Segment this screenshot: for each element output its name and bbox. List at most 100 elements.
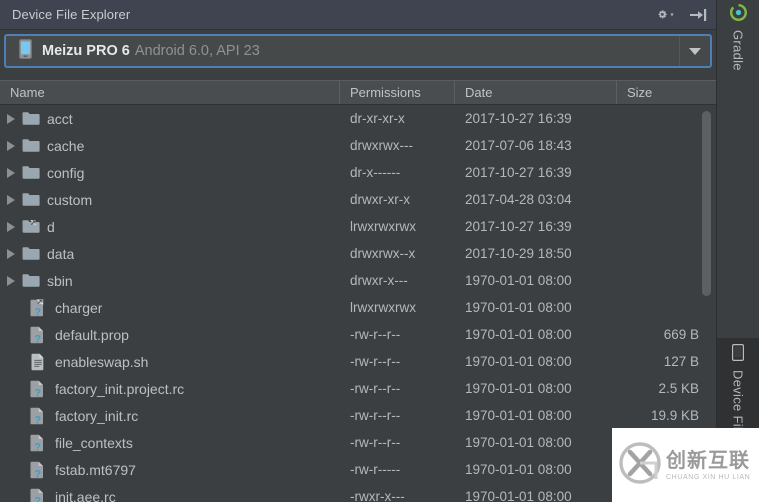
table-row[interactable]: acct dr-xr-xr-x 2017-10-27 16:39 xyxy=(0,105,716,132)
table-row[interactable]: data drwxrwx--x 2017-10-29 18:50 xyxy=(0,240,716,267)
device-file-explorer-window: Device File Explorer Meizu PRO 6 Android… xyxy=(0,0,759,502)
file-permissions-cell: -rw-r--r-- xyxy=(350,327,401,342)
table-row[interactable]: ? factory_init.rc -rw-r--r-- 1970-01-01 08:… xyxy=(0,402,716,429)
file-unknown-icon: ? xyxy=(30,488,49,502)
watermark-cn: 创新互联 xyxy=(666,447,750,472)
file-tree-list[interactable]: acct dr-xr-xr-x 2017-10-27 16:39 cache drwxr… xyxy=(0,105,716,502)
file-symlink-icon: ? xyxy=(30,298,49,317)
file-name-cell[interactable]: config xyxy=(0,164,340,182)
folder-icon xyxy=(22,137,41,155)
file-permissions-cell: -rw-r--r-- xyxy=(350,354,401,369)
folder-icon xyxy=(22,272,41,290)
expand-triangle-icon[interactable] xyxy=(0,221,22,232)
file-permissions-cell: dr-x------ xyxy=(350,165,401,180)
folder-symlink-icon xyxy=(22,218,41,236)
file-name-cell[interactable]: ? fstab.mt6797 xyxy=(0,461,340,479)
settings-gear-button[interactable] xyxy=(656,4,686,26)
file-permissions-cell: lrwxrwxrwx xyxy=(350,219,416,234)
chevron-down-icon[interactable] xyxy=(679,36,710,66)
expand-triangle-icon[interactable] xyxy=(0,113,22,124)
file-name-label: d xyxy=(47,218,55,235)
table-row[interactable]: custom drwxr-xr-x 2017-04-28 03:04 xyxy=(0,186,716,213)
file-date-cell: 2017-10-27 16:39 xyxy=(465,219,572,234)
file-date-cell: 2017-04-28 03:04 xyxy=(465,192,572,207)
watermark: 创新互联 CHUANG XIN HU LIAN xyxy=(612,428,759,502)
sidebar-item-gradle[interactable]: Gradle xyxy=(717,4,759,71)
tool-window-titlebar: Device File Explorer xyxy=(0,0,716,30)
file-name-cell[interactable]: ? factory_init.project.rc xyxy=(0,380,340,398)
file-list-scrollbar-thumb[interactable] xyxy=(702,111,711,296)
file-size-cell: 127 B xyxy=(663,354,699,369)
file-name-cell[interactable]: ? default.prop xyxy=(0,326,340,344)
file-name-label: factory_init.project.rc xyxy=(55,380,185,397)
file-name-cell[interactable]: enableswap.sh xyxy=(0,353,340,371)
expand-triangle-icon[interactable] xyxy=(0,140,22,151)
right-tool-sidebar: Gradle Device File xyxy=(716,0,759,502)
file-permissions-cell: dr-xr-xr-x xyxy=(350,111,405,126)
folder-icon xyxy=(22,245,41,263)
file-name-label: factory_init.rc xyxy=(55,407,139,424)
table-row[interactable]: d lrwxrwxrwx 2017-10-27 16:39 xyxy=(0,213,716,240)
column-header-date[interactable]: Date xyxy=(455,81,617,104)
file-name-cell[interactable]: cache xyxy=(0,137,340,155)
table-row[interactable]: ? file_contexts -rw-r--r-- 1970-01-01 08:00… xyxy=(0,429,716,456)
file-date-cell: 1970-01-01 08:00 xyxy=(465,408,572,423)
folder-icon xyxy=(22,164,41,182)
file-date-cell: 2017-10-27 16:39 xyxy=(465,165,572,180)
file-name-cell[interactable]: data xyxy=(0,245,340,263)
file-name-cell[interactable]: custom xyxy=(0,191,340,209)
file-date-cell: 1970-01-01 08:00 xyxy=(465,273,572,288)
device-name: Meizu PRO 6 xyxy=(42,43,130,59)
file-size-cell: 669 B xyxy=(663,327,699,342)
file-permissions-cell: -rw-r----- xyxy=(350,462,401,477)
column-header-permissions[interactable]: Permissions xyxy=(340,81,455,104)
expand-triangle-icon[interactable] xyxy=(0,167,22,178)
table-row[interactable]: ? charger lrwxrwxrwx 1970-01-01 08:00 xyxy=(0,294,716,321)
device-icon xyxy=(732,344,745,366)
column-header-size[interactable]: Size xyxy=(617,81,716,104)
file-name-cell[interactable]: acct xyxy=(0,110,340,128)
device-selector-value[interactable]: Meizu PRO 6 Android 6.0, API 23 xyxy=(6,36,679,66)
watermark-logo-icon xyxy=(618,441,662,490)
hide-panel-button[interactable] xyxy=(688,4,710,26)
file-name-cell[interactable]: ? init.aee.rc xyxy=(0,488,340,502)
svg-text:?: ? xyxy=(34,306,41,316)
svg-text:?: ? xyxy=(34,333,41,343)
file-date-cell: 1970-01-01 08:00 xyxy=(465,300,572,315)
table-row[interactable]: ? default.prop -rw-r--r-- 1970-01-01 08:00 6… xyxy=(0,321,716,348)
file-name-label: cache xyxy=(47,137,85,154)
file-name-cell[interactable]: d xyxy=(0,218,340,236)
file-permissions-cell: drwxrwx--- xyxy=(350,138,413,153)
table-row[interactable]: config dr-x------ 2017-10-27 16:39 xyxy=(0,159,716,186)
device-label: Meizu PRO 6 Android 6.0, API 23 xyxy=(42,43,260,59)
expand-triangle-icon[interactable] xyxy=(0,275,22,286)
table-row[interactable]: ? factory_init.project.rc -rw-r--r-- 1970-0… xyxy=(0,375,716,402)
file-permissions-cell: -rw-r--r-- xyxy=(350,408,401,423)
file-unknown-icon: ? xyxy=(30,407,49,425)
file-name-label: init.aee.rc xyxy=(55,488,116,502)
file-date-cell: 1970-01-01 08:00 xyxy=(465,489,572,502)
table-row[interactable]: sbin drwxr-x--- 1970-01-01 08:00 xyxy=(0,267,716,294)
file-name-label: enableswap.sh xyxy=(55,353,149,370)
column-header-name[interactable]: Name xyxy=(0,81,340,104)
device-meta: Android 6.0, API 23 xyxy=(134,43,260,59)
file-name-label: default.prop xyxy=(55,326,129,343)
file-name-cell[interactable]: ? charger xyxy=(0,298,340,317)
expand-triangle-icon[interactable] xyxy=(0,194,22,205)
expand-triangle-icon[interactable] xyxy=(0,248,22,259)
file-date-cell: 1970-01-01 08:00 xyxy=(465,381,572,396)
file-name-cell[interactable]: ? file_contexts xyxy=(0,434,340,452)
table-row[interactable]: ? fstab.mt6797 -rw-r----- 1970-01-01 08:00 xyxy=(0,456,716,483)
device-selector-combobox[interactable]: Meizu PRO 6 Android 6.0, API 23 xyxy=(4,34,712,68)
file-permissions-cell: drwxr-xr-x xyxy=(350,192,410,207)
table-row[interactable]: enableswap.sh -rw-r--r-- 1970-01-01 08:00 1… xyxy=(0,348,716,375)
file-name-cell[interactable]: sbin xyxy=(0,272,340,290)
table-row[interactable]: cache drwxrwx--- 2017-07-06 18:43 xyxy=(0,132,716,159)
file-name-label: acct xyxy=(47,110,73,127)
svg-text:?: ? xyxy=(34,414,41,424)
table-row[interactable]: ? init.aee.rc -rwxr-x--- 1970-01-01 08:00 xyxy=(0,483,716,502)
file-permissions-cell: -rwxr-x--- xyxy=(350,489,405,502)
svg-text:?: ? xyxy=(34,495,41,502)
file-name-cell[interactable]: ? factory_init.rc xyxy=(0,407,340,425)
file-name-label: file_contexts xyxy=(55,434,133,451)
